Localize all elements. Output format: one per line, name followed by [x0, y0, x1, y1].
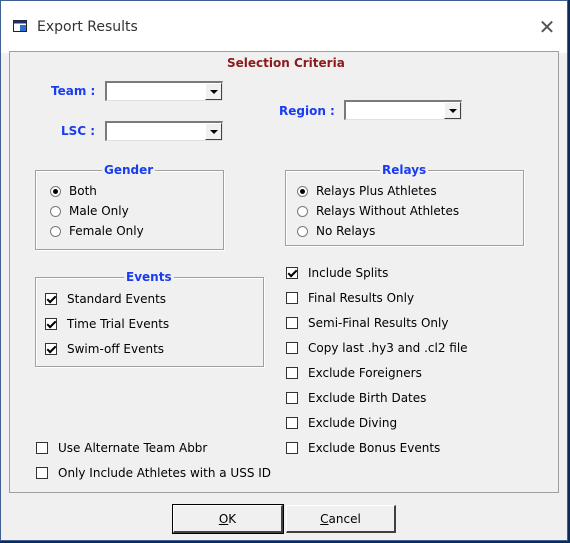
option-label: Only Include Athletes with a USS ID	[58, 466, 272, 480]
chevron-down-icon[interactable]	[205, 83, 222, 100]
app-icon	[13, 20, 27, 32]
close-icon[interactable]: ✕	[533, 13, 561, 41]
team-combo[interactable]	[105, 81, 223, 101]
title-bar: Export Results ✕	[1, 1, 567, 53]
ok-label-post: K	[228, 512, 237, 526]
radio-button[interactable]	[50, 185, 61, 197]
checkbox[interactable]	[286, 267, 298, 279]
chevron-down-icon[interactable]	[444, 102, 461, 119]
relays-option-no-relays[interactable]: No Relays	[297, 223, 375, 239]
option-exclude-diving[interactable]: Exclude Diving	[286, 415, 397, 431]
option-label: Include Splits	[308, 266, 389, 280]
events-standard[interactable]: Standard Events	[45, 291, 166, 307]
events-time-trial[interactable]: Time Trial Events	[45, 316, 169, 332]
selection-criteria-title: Selection Criteria	[227, 56, 345, 70]
checkbox[interactable]	[36, 467, 48, 479]
relays-option-plus-athletes[interactable]: Relays Plus Athletes	[297, 183, 437, 199]
option-label: Exclude Foreigners	[308, 366, 422, 380]
checkbox[interactable]	[286, 417, 298, 429]
option-copy-last-files[interactable]: Copy last .hy3 and .cl2 file	[286, 340, 468, 356]
option-label: Female Only	[69, 224, 144, 238]
team-label: Team :	[51, 84, 96, 98]
checkbox[interactable]	[45, 293, 57, 305]
option-label: Exclude Bonus Events	[308, 441, 441, 455]
option-exclude-bonus-events[interactable]: Exclude Bonus Events	[286, 440, 440, 456]
radio-button[interactable]	[50, 225, 61, 237]
checkbox[interactable]	[286, 367, 298, 379]
option-label: Standard Events	[67, 292, 167, 306]
export-results-window: Export Results ✕ Selection Criteria Team…	[0, 0, 568, 541]
checkbox[interactable]	[36, 442, 48, 454]
gender-option-male-only[interactable]: Male Only	[50, 203, 129, 219]
option-label: No Relays	[316, 224, 376, 238]
radio-button[interactable]	[297, 205, 308, 217]
ok-label-accel: O	[218, 512, 229, 526]
radio-button[interactable]	[297, 225, 308, 237]
option-label: Male Only	[69, 204, 129, 218]
option-label: Copy last .hy3 and .cl2 file	[308, 341, 468, 355]
option-label: Both	[69, 184, 97, 198]
region-combo[interactable]	[344, 100, 462, 120]
checkbox[interactable]	[45, 343, 57, 355]
events-legend: Events	[124, 270, 174, 284]
window-title: Export Results	[37, 19, 138, 35]
option-exclude-foreigners[interactable]: Exclude Foreigners	[286, 365, 422, 381]
gender-legend: Gender	[102, 163, 156, 177]
gender-option-both[interactable]: Both	[50, 183, 97, 199]
option-exclude-birth-dates[interactable]: Exclude Birth Dates	[286, 390, 426, 406]
option-use-alternate-team-abbr[interactable]: Use Alternate Team Abbr	[36, 440, 207, 456]
option-label: Final Results Only	[308, 291, 415, 305]
option-label: Exclude Birth Dates	[308, 391, 427, 405]
option-only-uss-id[interactable]: Only Include Athletes with a USS ID	[36, 465, 271, 481]
ok-button[interactable]: OK	[172, 504, 284, 534]
option-semi-final-results-only[interactable]: Semi-Final Results Only	[286, 315, 448, 331]
option-label: Relays Without Athletes	[316, 204, 460, 218]
option-label: Swim-off Events	[67, 342, 165, 356]
option-label: Semi-Final Results Only	[308, 316, 449, 330]
option-label: Relays Plus Athletes	[316, 184, 437, 198]
cancel-button[interactable]: Cancel	[286, 505, 396, 533]
gender-option-female-only[interactable]: Female Only	[50, 223, 144, 239]
cancel-label-accel: C	[320, 512, 329, 526]
lsc-label: LSC :	[61, 124, 96, 138]
events-swim-off[interactable]: Swim-off Events	[45, 341, 164, 357]
radio-button[interactable]	[50, 205, 61, 217]
checkbox[interactable]	[45, 318, 57, 330]
option-final-results-only[interactable]: Final Results Only	[286, 290, 414, 306]
checkbox[interactable]	[286, 442, 298, 454]
option-label: Exclude Diving	[308, 416, 398, 430]
region-label: Region :	[279, 104, 335, 118]
cancel-label-post: ancel	[328, 512, 361, 526]
checkbox[interactable]	[286, 392, 298, 404]
relays-option-without-athletes[interactable]: Relays Without Athletes	[297, 203, 459, 219]
checkbox[interactable]	[286, 342, 298, 354]
lsc-combo[interactable]	[105, 121, 223, 141]
option-label: Use Alternate Team Abbr	[58, 441, 208, 455]
radio-button[interactable]	[297, 185, 308, 197]
option-label: Time Trial Events	[67, 317, 170, 331]
checkbox[interactable]	[286, 317, 298, 329]
chevron-down-icon[interactable]	[205, 123, 222, 140]
relays-legend: Relays	[380, 163, 429, 177]
checkbox[interactable]	[286, 292, 298, 304]
option-include-splits[interactable]: Include Splits	[286, 265, 388, 281]
